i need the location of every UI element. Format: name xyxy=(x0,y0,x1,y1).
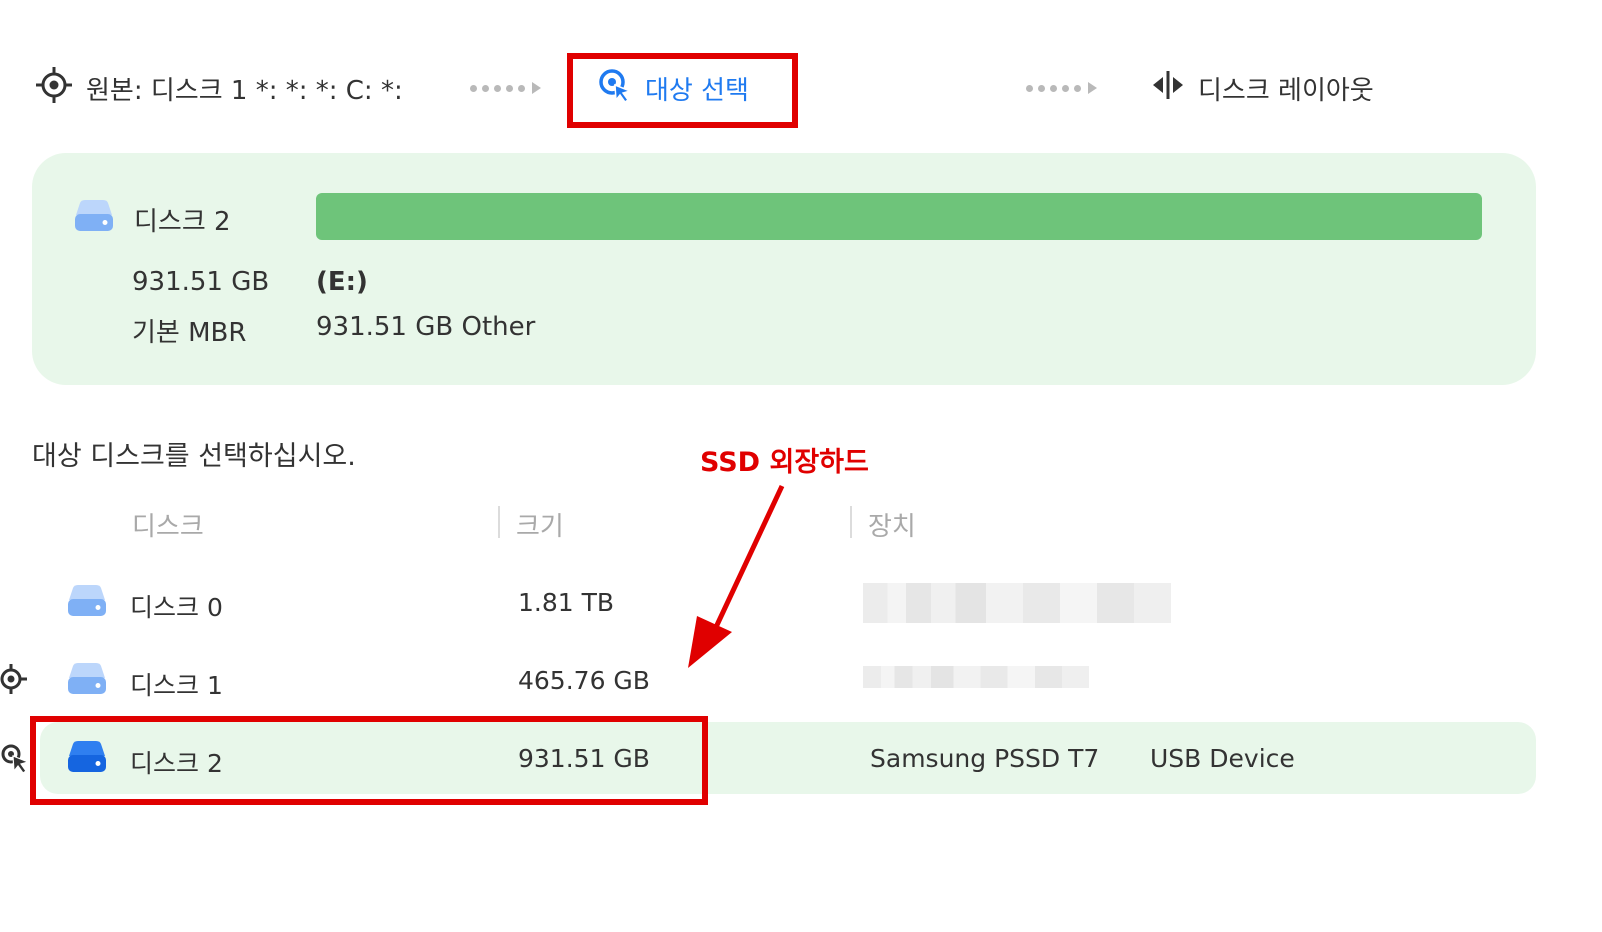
step-arrow-1 xyxy=(470,82,541,94)
step-source: 원본: 디스크 1 *: *: *: C: *: xyxy=(34,66,403,108)
disk-icon xyxy=(74,199,114,237)
summary-type: 기본 MBR xyxy=(132,318,247,348)
crosshair-icon xyxy=(34,65,74,112)
device-name: Samsung PSSD T7 xyxy=(870,744,1100,773)
instruction-text: 대상 디스크를 선택하십시오. xyxy=(32,441,356,472)
disk-row-0[interactable]: 디스크 0 1.81 TB xyxy=(40,566,1536,638)
column-header-device[interactable]: 장치 xyxy=(868,506,916,543)
partition-info: 931.51 GB Other xyxy=(316,312,536,342)
layout-label: 디스크 레이아웃 xyxy=(1198,75,1374,106)
disk-size: 1.81 TB xyxy=(518,588,615,617)
target-disk-marker-icon xyxy=(0,740,30,780)
target-summary-panel: 디스크 2 931.51 GB 기본 MBR (E:) 931.51 GB Ot… xyxy=(32,153,1536,385)
partition-bar xyxy=(316,193,1482,240)
target-step-highlight xyxy=(567,53,798,128)
partition-letter: (E:) xyxy=(316,267,368,297)
column-divider[interactable] xyxy=(498,506,500,538)
device-name-redacted xyxy=(863,583,1171,623)
summary-disk-name: 디스크 2 xyxy=(134,207,231,237)
column-header-size[interactable]: 크기 xyxy=(516,506,564,543)
split-arrows-icon xyxy=(1150,67,1186,110)
annotation-label: SSD 외장하드 xyxy=(700,447,869,478)
disk-icon xyxy=(67,662,107,700)
disk-icon xyxy=(67,584,107,622)
disk-size: 465.76 GB xyxy=(518,666,650,695)
disk-name: 디스크 1 xyxy=(130,671,223,700)
step-arrow-2 xyxy=(1026,82,1097,94)
device-name-redacted xyxy=(863,666,1089,688)
disk-name: 디스크 0 xyxy=(130,593,223,622)
selected-disk-highlight xyxy=(30,716,708,805)
column-divider[interactable] xyxy=(850,506,852,538)
source-label: 원본: 디스크 1 *: *: *: C: *: xyxy=(86,75,403,106)
source-disk-marker-icon xyxy=(0,661,30,701)
summary-size: 931.51 GB xyxy=(132,267,270,297)
step-layout[interactable]: 디스크 레이아웃 xyxy=(1150,68,1374,108)
disk-row-1[interactable]: 디스크 1 465.76 GB xyxy=(40,644,1536,716)
column-header-disk[interactable]: 디스크 xyxy=(132,506,204,543)
device-vendor: USB Device xyxy=(1150,744,1295,773)
